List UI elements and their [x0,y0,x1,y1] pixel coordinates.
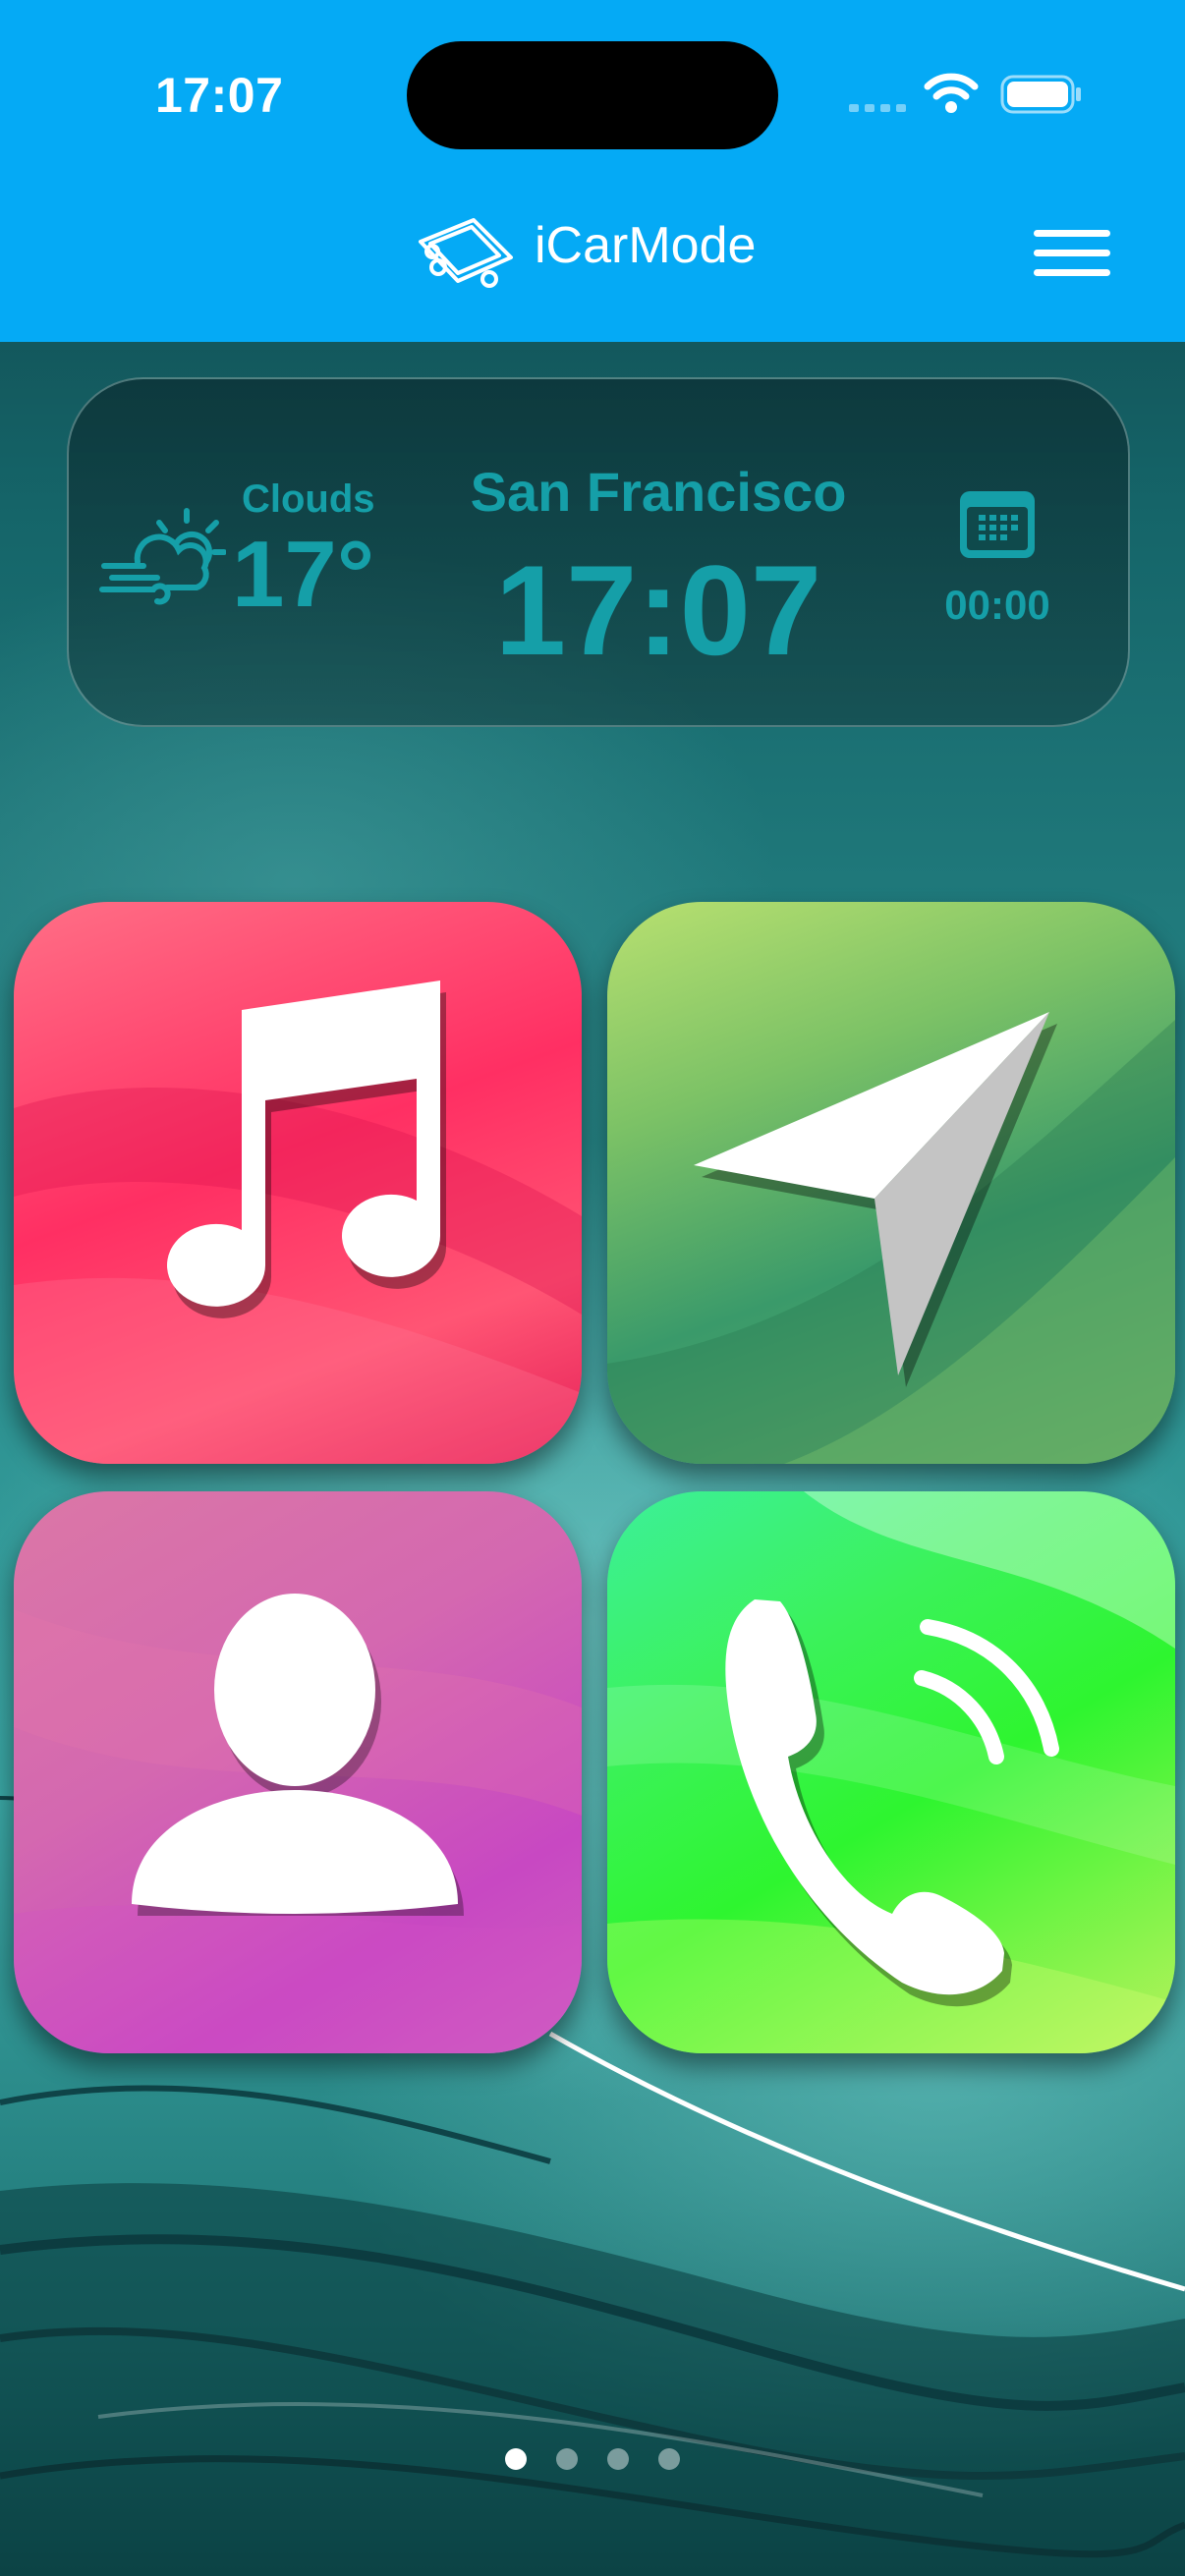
contacts-tile[interactable] [14,1491,582,2053]
page-indicator[interactable] [501,2448,698,2474]
person-icon [14,1594,582,2053]
calendar-icon[interactable] [957,487,1038,562]
navigation-tile[interactable] [607,902,1175,1464]
page-dot-2[interactable] [556,2448,578,2470]
hamburger-menu-icon-line-3 [1034,269,1110,276]
city-name: San Francisco [470,461,847,523]
status-bar: 17:07 [0,0,1185,196]
dynamic-island [407,41,778,149]
navigation-arrow-icon [607,1012,1175,1464]
battery-icon [1000,75,1081,114]
page-dot-3[interactable] [607,2448,629,2470]
clock-time: 17:07 [494,538,822,682]
menu-button[interactable] [1022,210,1116,293]
wind-cloud-sun-icon [99,508,226,605]
hamburger-menu-icon-line-2 [1034,250,1110,256]
page-dot-1-active[interactable] [505,2448,527,2470]
weather-temperature: 17° [232,522,375,627]
status-time: 17:07 [155,68,284,123]
signal-dots-icon [849,104,906,112]
weather-condition: Clouds [242,477,375,521]
music-tile[interactable] [14,902,582,1464]
phone-tile[interactable] [607,1491,1175,2053]
app-title: iCarMode [535,217,757,274]
hamburger-menu-icon-line-1 [1034,230,1110,237]
page-dot-4[interactable] [658,2448,680,2470]
info-widget[interactable]: Clouds 17° San Francisco 17:07 00:00 [67,377,1130,727]
nav-bar: iCarMode [0,196,1185,342]
wifi-icon [924,73,979,113]
screen: 17:07 iCarMode Clouds 17° San Francisco … [0,0,1185,2576]
car-phone-logo-icon [419,218,513,288]
music-note-icon [14,980,582,1464]
phone-call-icon [607,1491,1175,2053]
timer-value: 00:00 [944,582,1050,628]
